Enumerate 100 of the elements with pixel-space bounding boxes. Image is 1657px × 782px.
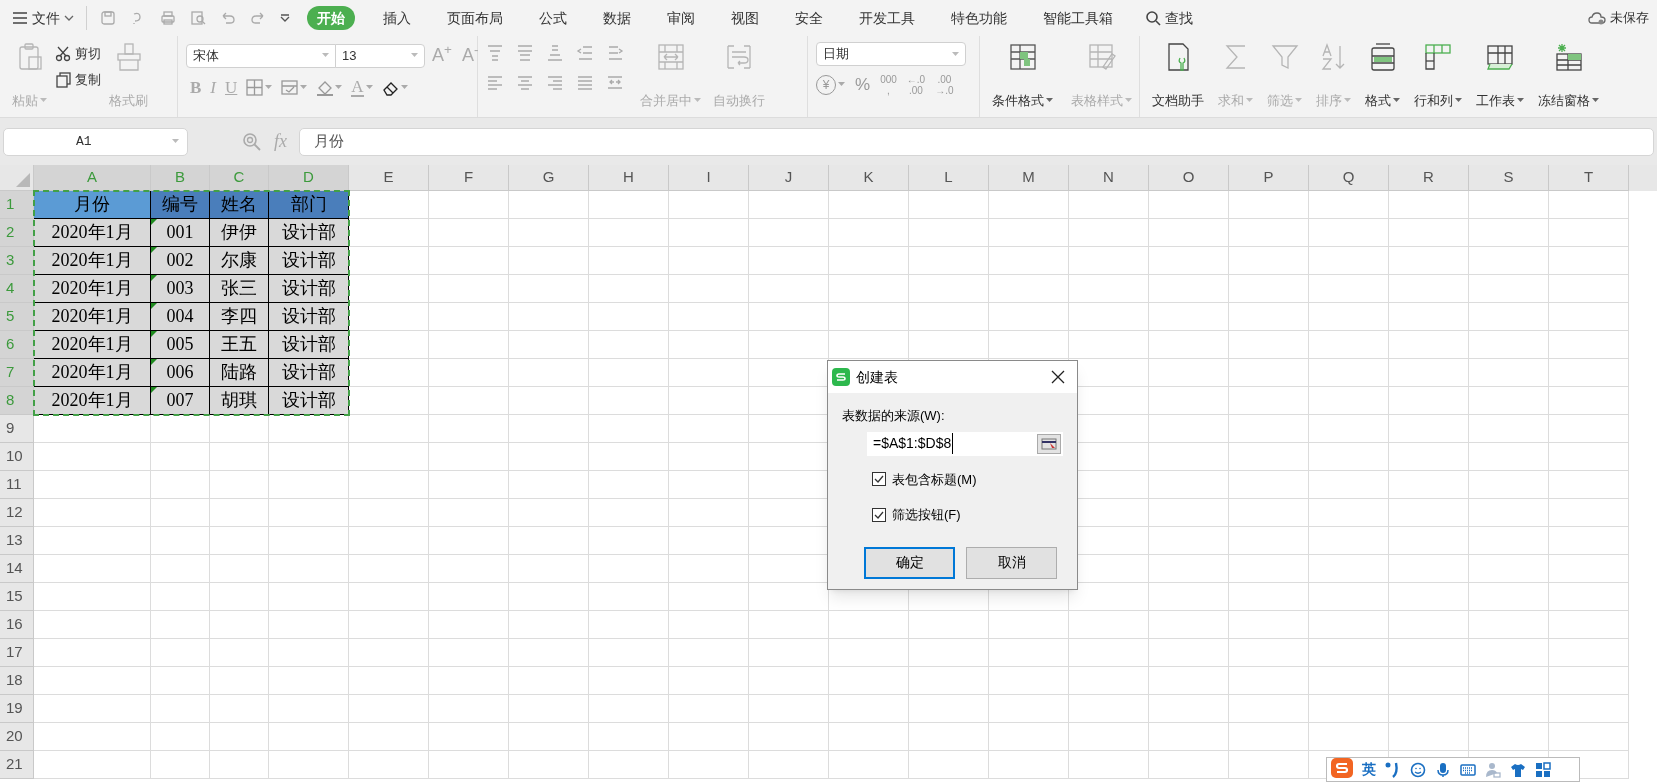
column-header[interactable]: F [429,165,509,191]
empty-cell[interactable] [1389,583,1469,611]
empty-cell[interactable] [1549,219,1629,247]
empty-cell[interactable] [429,247,509,275]
copy-button[interactable]: 复制 [55,69,101,89]
empty-cell[interactable] [1229,667,1309,695]
empty-cell[interactable] [909,751,989,779]
empty-cell[interactable] [269,695,349,723]
empty-cell[interactable] [269,751,349,779]
empty-cell[interactable] [1149,499,1229,527]
empty-cell[interactable] [1389,639,1469,667]
table-cell[interactable]: 004 [151,303,210,331]
empty-cell[interactable] [829,611,909,639]
empty-cell[interactable] [349,471,429,499]
empty-cell[interactable] [669,191,749,219]
empty-cell[interactable] [151,555,210,583]
empty-cell[interactable] [1469,275,1549,303]
table-cell[interactable]: 张三 [210,275,269,303]
empty-cell[interactable] [1309,471,1389,499]
empty-cell[interactable] [909,667,989,695]
empty-cell[interactable] [1469,415,1549,443]
empty-cell[interactable] [669,723,749,751]
align-top-button[interactable] [486,44,504,62]
empty-cell[interactable] [1229,331,1309,359]
keyboard-button[interactable] [1460,761,1476,778]
ribbon-tab[interactable]: 插入 [367,6,427,30]
empty-cell[interactable] [989,723,1069,751]
empty-cell[interactable] [669,275,749,303]
empty-cell[interactable] [1469,471,1549,499]
empty-cell[interactable] [1469,331,1549,359]
empty-cell[interactable] [1229,583,1309,611]
empty-cell[interactable] [1549,555,1629,583]
empty-cell[interactable] [151,695,210,723]
empty-cell[interactable] [829,695,909,723]
empty-cell[interactable] [1069,191,1149,219]
empty-cell[interactable] [210,751,269,779]
worksheet-button[interactable]: 工作表 [1472,38,1528,114]
empty-cell[interactable] [589,191,669,219]
row-header[interactable]: 15 [0,583,34,611]
empty-cell[interactable] [1389,723,1469,751]
empty-cell[interactable] [1389,611,1469,639]
empty-cell[interactable] [429,471,509,499]
empty-cell[interactable] [669,695,749,723]
empty-cell[interactable] [151,723,210,751]
table-cell[interactable]: 编号 [151,191,210,219]
empty-cell[interactable] [829,191,909,219]
empty-cell[interactable] [269,443,349,471]
row-header[interactable]: 21 [0,751,34,779]
empty-cell[interactable] [1309,639,1389,667]
empty-cell[interactable] [669,303,749,331]
empty-cell[interactable] [509,611,589,639]
empty-cell[interactable] [429,751,509,779]
empty-cell[interactable] [1549,191,1629,219]
empty-cell[interactable] [1229,695,1309,723]
empty-cell[interactable] [509,275,589,303]
empty-cell[interactable] [269,471,349,499]
empty-cell[interactable] [669,387,749,415]
increase-indent-button[interactable] [606,44,624,62]
empty-cell[interactable] [210,723,269,751]
empty-cell[interactable] [909,639,989,667]
row-header[interactable]: 14 [0,555,34,583]
empty-cell[interactable] [210,499,269,527]
empty-cell[interactable] [509,387,589,415]
table-cell[interactable]: 2020年1月 [34,331,151,359]
empty-cell[interactable] [1229,415,1309,443]
empty-cell[interactable] [429,555,509,583]
table-cell[interactable]: 胡琪 [210,387,269,415]
empty-cell[interactable] [1549,723,1629,751]
empty-cell[interactable] [669,415,749,443]
empty-cell[interactable] [269,667,349,695]
empty-cell[interactable] [1389,331,1469,359]
checkbox[interactable] [872,507,886,522]
empty-cell[interactable] [829,331,909,359]
empty-cell[interactable] [429,695,509,723]
empty-cell[interactable] [589,303,669,331]
empty-cell[interactable] [909,219,989,247]
empty-cell[interactable] [1469,695,1549,723]
empty-cell[interactable] [1389,695,1469,723]
table-cell[interactable]: 003 [151,275,210,303]
empty-cell[interactable] [509,583,589,611]
empty-cell[interactable] [1469,555,1549,583]
empty-cell[interactable] [151,751,210,779]
empty-cell[interactable] [429,387,509,415]
empty-cell[interactable] [589,443,669,471]
empty-cell[interactable] [1389,443,1469,471]
source-field[interactable]: =$A$1:$D$8 [867,431,1063,456]
empty-cell[interactable] [589,611,669,639]
column-header[interactable]: J [749,165,829,191]
empty-cell[interactable] [669,639,749,667]
empty-cell[interactable] [989,611,1069,639]
empty-cell[interactable] [1149,723,1229,751]
empty-cell[interactable] [589,751,669,779]
empty-cell[interactable] [509,555,589,583]
empty-cell[interactable] [589,219,669,247]
empty-cell[interactable] [749,275,829,303]
empty-cell[interactable] [989,695,1069,723]
empty-cell[interactable] [509,443,589,471]
ribbon-tab[interactable]: 特色功能 [935,6,1023,30]
column-header[interactable]: M [989,165,1069,191]
empty-cell[interactable] [989,667,1069,695]
